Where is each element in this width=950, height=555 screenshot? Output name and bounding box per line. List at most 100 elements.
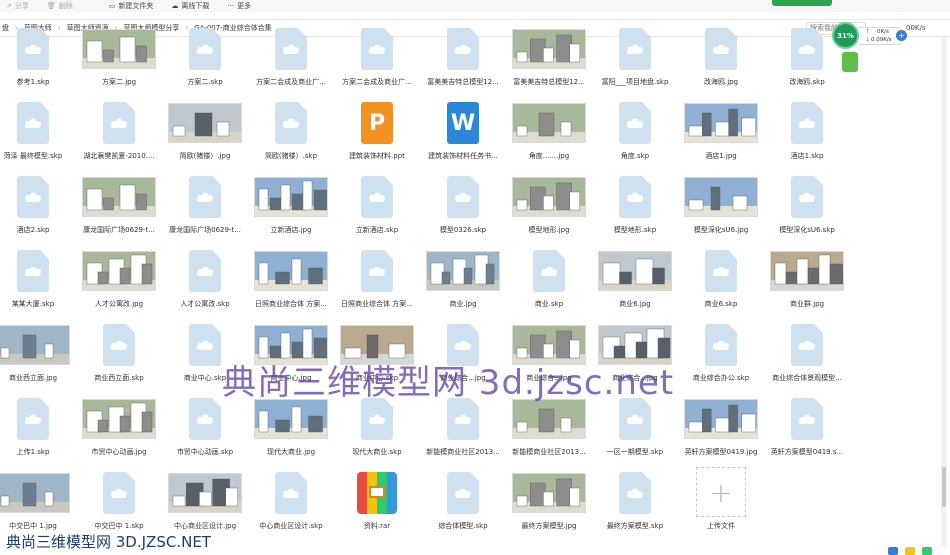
file-item[interactable]: 商业综合...jpg bbox=[592, 321, 678, 396]
file-item[interactable]: 商业综合...jpg bbox=[506, 321, 592, 396]
file-icon bbox=[447, 398, 479, 440]
file-item[interactable]: 康龙国际广场0629-t... bbox=[162, 173, 248, 248]
file-item[interactable]: W 建筑装饰材料任务书... bbox=[420, 99, 506, 174]
scrollbar[interactable] bbox=[941, 37, 947, 547]
file-item[interactable]: 商业西立面.jpg bbox=[0, 321, 76, 396]
more-button[interactable]: ··· 更多 bbox=[227, 1, 251, 11]
file-item[interactable]: 角度.......jpg bbox=[506, 99, 592, 174]
file-name: 商业综合...jpg bbox=[526, 374, 572, 382]
file-name: 人才公寓改.skp bbox=[180, 300, 230, 308]
upload-file-button[interactable]: + 上传文件 bbox=[678, 467, 764, 544]
tray-icon bbox=[905, 547, 915, 555]
image-thumbnail bbox=[598, 325, 672, 365]
file-name: 最终方案模型.jpg bbox=[521, 522, 577, 530]
thumbnail-image bbox=[83, 400, 155, 438]
file-name: 现代大商业.jpg bbox=[266, 448, 316, 456]
cloud-icon bbox=[24, 266, 41, 276]
file-item[interactable]: P 建筑装饰材料.ppt bbox=[334, 99, 420, 174]
file-item[interactable]: 富阳___项目地盘.skp bbox=[592, 25, 678, 100]
file-item[interactable]: 市贸中心动画.skp bbox=[162, 395, 248, 470]
file-item[interactable]: 简欧(猪楼）.skp bbox=[248, 99, 334, 174]
delete-button[interactable]: 🗑 删除 bbox=[47, 1, 73, 11]
file-item[interactable]: 商业综合...jpg bbox=[420, 321, 506, 396]
file-item[interactable]: 酒店1.jpg bbox=[678, 99, 764, 174]
file-item[interactable]: 商业西立面.skp bbox=[76, 321, 162, 396]
file-item[interactable]: 参考1.skp bbox=[0, 25, 76, 100]
file-item[interactable]: 立新酒店.skp bbox=[334, 173, 420, 248]
thumbnail-image bbox=[513, 104, 585, 142]
file-item[interactable]: 现代大商业.skp bbox=[334, 395, 420, 470]
file-item[interactable]: 模型地形.jpg bbox=[506, 173, 592, 248]
file-item[interactable]: 现代大商业.jpg bbox=[248, 395, 334, 470]
file-item[interactable]: 模型深化sU6.jpg bbox=[678, 173, 764, 248]
file-item[interactable]: 人才公寓改.skp bbox=[162, 247, 248, 322]
file-icon bbox=[447, 28, 479, 70]
file-item[interactable]: 最终方案模型.jpg bbox=[506, 469, 592, 544]
file-name: 酒店1.skp bbox=[790, 152, 824, 160]
offline-download-button[interactable]: ☁ 离线下载 bbox=[171, 1, 209, 11]
file-item[interactable]: 综合体模型.skp bbox=[420, 469, 506, 544]
scroll-thumb[interactable] bbox=[942, 467, 946, 507]
file-item[interactable]: 酒店1.skp bbox=[764, 99, 850, 174]
file-item[interactable]: 商业中心.skp bbox=[334, 321, 420, 396]
file-item[interactable]: 英轩方案模型0419.s... bbox=[764, 395, 850, 470]
file-item[interactable]: 市贸中心动画.jpg bbox=[76, 395, 162, 470]
file-item[interactable]: 日照商业综合体 方案... bbox=[248, 247, 334, 322]
file-item[interactable]: 中心商业区设计.skp bbox=[248, 469, 334, 544]
file-item[interactable]: 商业群.jpg bbox=[764, 247, 850, 322]
thumbnail-image bbox=[685, 400, 757, 438]
file-item[interactable]: 上传1.skp bbox=[0, 395, 76, 470]
file-item[interactable]: 改海鸥.jpg bbox=[678, 25, 764, 100]
file-item[interactable]: 商业综合体景观模型... bbox=[764, 321, 850, 396]
file-name: 日照商业综合体 方案... bbox=[341, 300, 413, 308]
file-item[interactable]: 富美美吉特总模型12... bbox=[420, 25, 506, 100]
file-item[interactable]: 商业中心.skp bbox=[162, 321, 248, 396]
file-item[interactable]: 商业综合办公.skp bbox=[678, 321, 764, 396]
file-item[interactable]: 人才公寓改.jpg bbox=[76, 247, 162, 322]
plus-icon[interactable]: + bbox=[896, 30, 907, 41]
file-item[interactable]: 资料.rar bbox=[334, 469, 420, 544]
file-item[interactable]: 最终方案模型.skp bbox=[592, 469, 678, 544]
file-item[interactable]: 立新酒店.jpg bbox=[248, 173, 334, 248]
file-icon bbox=[189, 324, 221, 366]
file-item[interactable]: 酒店2.skp bbox=[0, 173, 76, 248]
share-button[interactable]: ↗ 分享 bbox=[6, 1, 29, 11]
cloud-icon bbox=[454, 44, 471, 54]
file-item[interactable]: 新能模商业社区2013... bbox=[506, 395, 592, 470]
file-item[interactable]: 模型深化sU6.skp bbox=[764, 173, 850, 248]
new-folder-label: 新建文件夹 bbox=[118, 2, 154, 10]
file-item[interactable]: 日照商业综合体 方案... bbox=[334, 247, 420, 322]
file-name: 方案二.skp bbox=[187, 78, 223, 86]
file-item[interactable]: 富美美吉特总模型12... bbox=[506, 25, 592, 100]
image-thumbnail bbox=[512, 473, 586, 513]
file-item[interactable]: 英轩方案模型0419.jpg bbox=[678, 395, 764, 470]
file-item[interactable]: 方案二会成及商业广... bbox=[334, 25, 420, 100]
file-item[interactable]: 商业.jpg bbox=[420, 247, 506, 322]
cloud-icon bbox=[196, 340, 213, 350]
file-item[interactable]: 方案二会成及商业广... bbox=[248, 25, 334, 100]
image-thumbnail bbox=[512, 399, 586, 439]
file-name: 立新酒店.jpg bbox=[270, 226, 312, 234]
file-item[interactable]: 一区一期模型.skp bbox=[592, 395, 678, 470]
file-item[interactable]: 模型0326.skp bbox=[420, 173, 506, 248]
cloud-icon bbox=[110, 340, 127, 350]
file-item[interactable]: 模型地形.skp bbox=[592, 173, 678, 248]
file-item[interactable]: 改海鸥.skp bbox=[764, 25, 850, 100]
file-item[interactable]: 湖北襄樊凯夏-2010.... bbox=[76, 99, 162, 174]
file-item[interactable]: 某某大厦.skp bbox=[0, 247, 76, 322]
file-item[interactable]: 商业.skp bbox=[506, 247, 592, 322]
file-item[interactable]: 方案二.jpg bbox=[76, 25, 162, 100]
file-item[interactable]: 商业6.jpg bbox=[592, 247, 678, 322]
file-item[interactable]: 简欧(猪楼）.jpg bbox=[162, 99, 248, 174]
thumbnail-image bbox=[599, 252, 671, 290]
file-item[interactable]: 新能模商业社区2013... bbox=[420, 395, 506, 470]
file-item[interactable]: 商业中心.jpg bbox=[248, 321, 334, 396]
netdisk-window: ↗ 分享 🗑 删除 ▭ 新建文件夹 ☁ 离线下载 ··· 更多 盘›草图大师›草… bbox=[0, 0, 950, 555]
file-name: 参考1.skp bbox=[16, 78, 50, 86]
file-item[interactable]: 菏泽 最终模型.skp bbox=[0, 99, 76, 174]
file-item[interactable]: 角度.skp bbox=[592, 99, 678, 174]
file-item[interactable]: 商业6.skp bbox=[678, 247, 764, 322]
new-folder-button[interactable]: ▭ 新建文件夹 bbox=[109, 1, 154, 11]
file-item[interactable]: 康龙国际广场0629-t... bbox=[76, 173, 162, 248]
file-item[interactable]: 方案二.skp bbox=[162, 25, 248, 100]
